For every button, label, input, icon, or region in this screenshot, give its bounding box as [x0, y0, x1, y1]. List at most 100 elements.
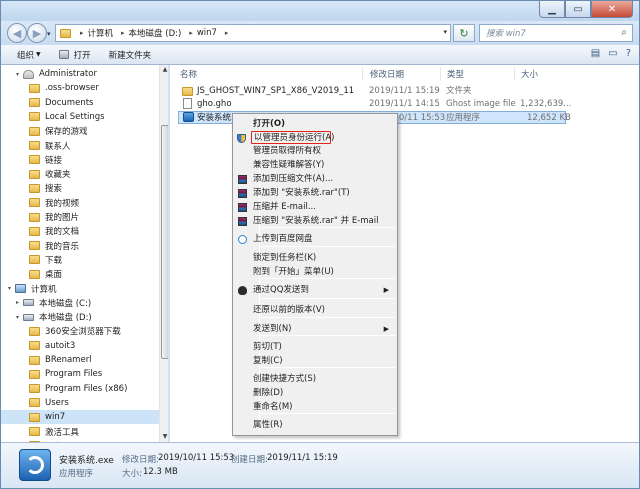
- context-menu-item[interactable]: 锁定到任务栏(K): [235, 252, 395, 265]
- context-menu-item[interactable]: 兼容性疑难解答(Y): [235, 159, 395, 172]
- refresh-button[interactable]: ↻: [453, 24, 475, 42]
- organize-menu[interactable]: 组织 ▼: [17, 49, 41, 61]
- file-row-gho[interactable]: gho.gho 2019/11/1 14:15 Ghost image file…: [178, 98, 571, 111]
- column-header-modified[interactable]: 修改日期: [370, 67, 404, 81]
- folder-icon: [29, 169, 40, 179]
- tree-item[interactable]: 激活工具: [1, 425, 161, 439]
- context-menu-label: 压缩到 "安装系统.rar" 并 E-mail: [253, 216, 379, 226]
- context-menu-item[interactable]: 压缩到 "安装系统.rar" 并 E-mail: [235, 215, 395, 228]
- tree-item[interactable]: 保存的游戏: [1, 124, 161, 138]
- breadcrumb-win7[interactable]: win7: [197, 28, 217, 38]
- tree-item-label: Local Settings: [45, 111, 105, 122]
- tree-item[interactable]: ▾ 本地磁盘 (D:): [1, 310, 161, 324]
- chevron-right-icon[interactable]: ▸: [225, 29, 229, 37]
- context-menu-item[interactable]: 发送到(N) ▶: [235, 323, 395, 336]
- chevron-right-icon[interactable]: ▸: [121, 29, 125, 37]
- chevron-right-icon[interactable]: ▸: [80, 29, 84, 37]
- tree-item[interactable]: Local Settings: [1, 110, 161, 124]
- expand-down-icon[interactable]: ▾: [13, 71, 22, 78]
- scroll-up-icon[interactable]: ▲: [160, 65, 168, 75]
- folder-icon: [29, 126, 40, 136]
- scroll-down-icon[interactable]: ▼: [160, 432, 168, 442]
- tree-item[interactable]: 桌面: [1, 267, 161, 281]
- column-header-name[interactable]: 名称: [180, 67, 197, 81]
- context-menu-item[interactable]: 管理员取得所有权: [235, 145, 395, 158]
- title-bar: ▁ ▭ ✕: [1, 1, 639, 23]
- tree-scrollbar[interactable]: ▲ ▼: [159, 65, 168, 442]
- context-menu-item[interactable]: 上传到百度网盘: [235, 233, 395, 246]
- context-menu-item[interactable]: 添加到压缩文件(A)...: [235, 173, 395, 186]
- column-header-type[interactable]: 类型: [447, 67, 464, 81]
- context-menu-item[interactable]: 删除(D): [235, 387, 395, 400]
- context-menu-item[interactable]: 复制(C): [235, 355, 395, 368]
- tree-item[interactable]: Documents: [1, 96, 161, 110]
- preview-pane-icon[interactable]: ▭: [608, 48, 617, 59]
- file-type: 应用程序: [446, 113, 481, 123]
- view-options-icon[interactable]: ▤: [591, 48, 600, 59]
- column-divider[interactable]: [440, 67, 441, 81]
- context-menu-label: 通过QQ发送到: [253, 285, 309, 295]
- column-divider[interactable]: [362, 67, 363, 81]
- context-menu-item[interactable]: 还原以前的版本(V): [235, 304, 395, 317]
- context-menu-item[interactable]: 附到「开始」菜单(U): [235, 266, 395, 279]
- expand-down-icon[interactable]: ▾: [5, 285, 14, 292]
- command-bar: 组织 ▼ 打开 新建文件夹 ▤ ▭ ?: [1, 45, 639, 65]
- maximize-button[interactable]: ▭: [565, 1, 591, 18]
- column-header-size[interactable]: 大小: [521, 67, 538, 81]
- new-folder-button[interactable]: 新建文件夹: [109, 49, 152, 61]
- back-button[interactable]: ◀: [7, 23, 27, 43]
- chevron-right-icon[interactable]: ▸: [189, 29, 193, 37]
- tree-item[interactable]: 搜索: [1, 181, 161, 195]
- file-row-folder[interactable]: JS_GHOST_WIN7_SP1_X86_V2019_11 2019/11/1…: [178, 85, 566, 98]
- tree-item[interactable]: BRenamerl: [1, 353, 161, 367]
- minimize-button[interactable]: ▁: [539, 1, 565, 18]
- column-divider[interactable]: [514, 67, 515, 81]
- tree-item[interactable]: 下载: [1, 253, 161, 267]
- tree-item[interactable]: 收藏夹: [1, 167, 161, 181]
- search-input[interactable]: 搜索 win7 ⌕: [479, 24, 633, 42]
- tree-item-label: 我的图片: [45, 213, 80, 223]
- tree-item[interactable]: autoit3: [1, 339, 161, 353]
- recent-pages-dropdown[interactable]: ▾: [47, 30, 51, 38]
- tree-item[interactable]: ▾ Administrator: [1, 67, 161, 81]
- context-menu-item[interactable]: 打开(O): [235, 118, 395, 131]
- address-history-dropdown[interactable]: ▾: [443, 28, 447, 36]
- scroll-thumb[interactable]: [161, 125, 168, 359]
- folder-icon: [29, 384, 40, 394]
- tree-item[interactable]: 我的视频: [1, 196, 161, 210]
- breadcrumb-drive-d[interactable]: 本地磁盘 (D:): [129, 27, 182, 39]
- breadcrumb-computer[interactable]: 计算机: [88, 27, 114, 39]
- tree-item[interactable]: 360安全浏览器下载: [1, 324, 161, 338]
- address-bar[interactable]: ▸ 计算机 ▸ 本地磁盘 (D:) ▸ win7 ▸ ▾: [55, 24, 451, 42]
- tree-item[interactable]: 我的文档: [1, 224, 161, 238]
- tree-item[interactable]: 我的音乐: [1, 239, 161, 253]
- context-menu-item[interactable]: 剪切(T): [235, 341, 395, 354]
- magnifier-icon[interactable]: ⌕: [621, 27, 627, 38]
- context-menu-item[interactable]: 属性(R): [235, 419, 395, 432]
- tree-item[interactable]: Program Files (x86): [1, 382, 161, 396]
- context-menu-item[interactable]: 压缩并 E-mail...: [235, 201, 395, 214]
- context-menu-item[interactable]: 通过QQ发送到 ▶: [235, 284, 395, 297]
- context-menu-item[interactable]: 创建快捷方式(S): [235, 373, 395, 386]
- tree-item[interactable]: ▾ 计算机: [1, 282, 161, 296]
- tree-item[interactable]: Program Files: [1, 367, 161, 381]
- expand-right-icon[interactable]: ▸: [13, 299, 22, 306]
- help-icon[interactable]: ?: [626, 48, 631, 59]
- context-menu-item[interactable]: 以管理员身份运行(A): [237, 131, 334, 144]
- close-button[interactable]: ✕: [591, 1, 633, 18]
- tree-item[interactable]: 链接: [1, 153, 161, 167]
- tree-item[interactable]: Users: [1, 396, 161, 410]
- expand-down-icon[interactable]: ▾: [13, 314, 22, 321]
- tree-item-label: 激活工具: [45, 427, 80, 438]
- open-button[interactable]: 打开: [58, 49, 91, 61]
- tree-item[interactable]: 我的图片: [1, 210, 161, 224]
- context-menu-item[interactable]: 重命名(M): [235, 401, 395, 414]
- tree-item-label: 保存的游戏: [45, 127, 88, 138]
- menu-separator: [261, 246, 395, 247]
- tree-item[interactable]: 联系人: [1, 139, 161, 153]
- context-menu-item[interactable]: 添加到 "安装系统.rar"(T): [235, 187, 395, 200]
- tree-item[interactable]: win7: [1, 410, 161, 425]
- forward-button[interactable]: ▶: [27, 23, 47, 43]
- tree-item[interactable]: .oss-browser: [1, 81, 161, 95]
- tree-item[interactable]: ▸ 本地磁盘 (C:): [1, 296, 161, 310]
